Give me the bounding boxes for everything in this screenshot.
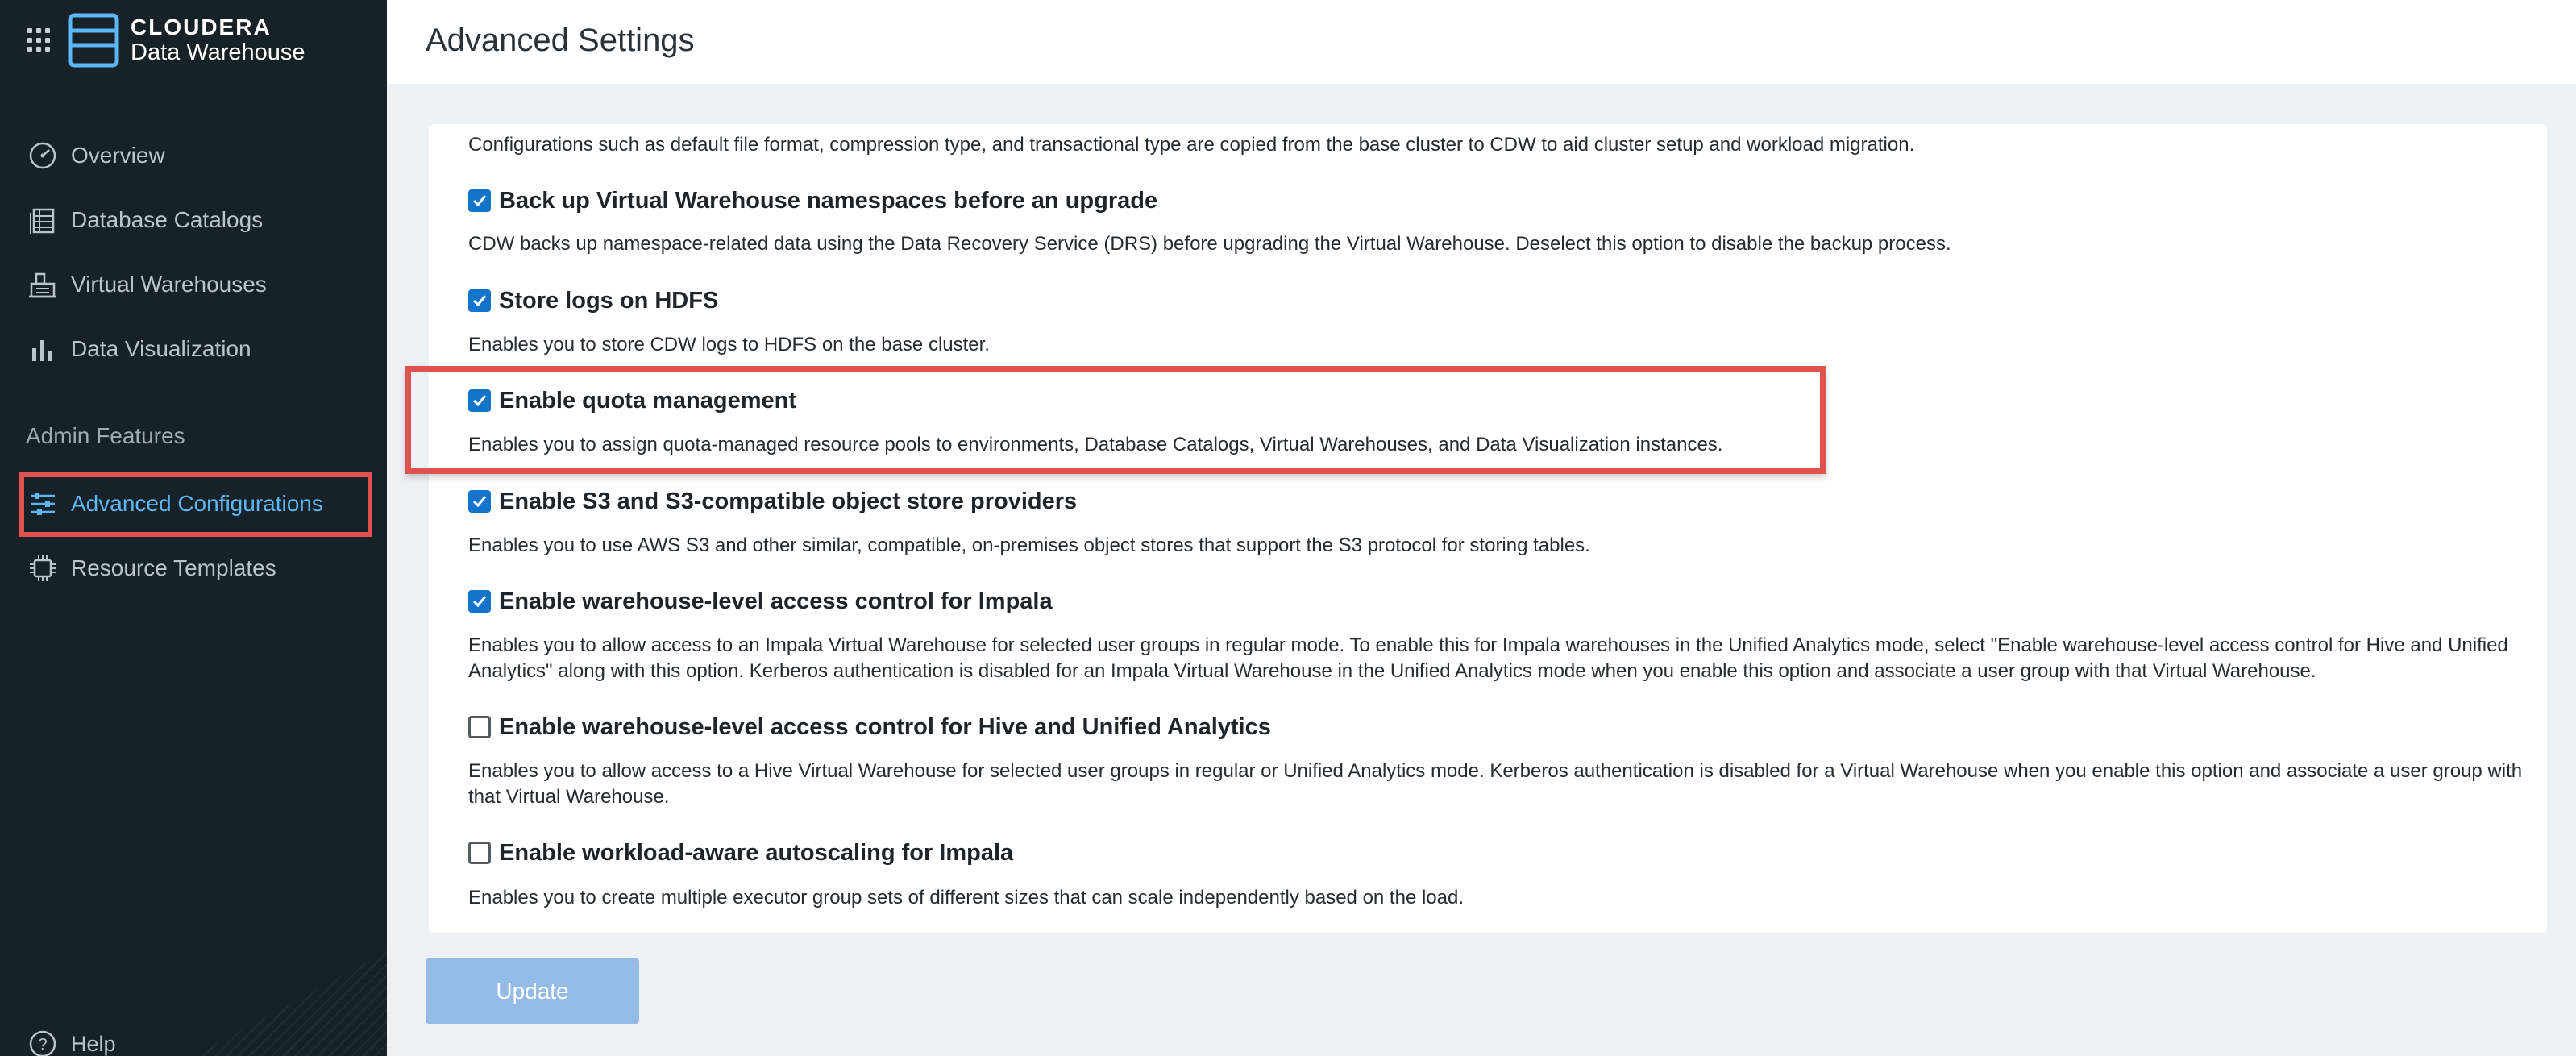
checkmark-icon — [472, 496, 487, 508]
sidebar-item-advanced-configurations[interactable]: Advanced Configurations — [27, 484, 323, 524]
option-title: Enable warehouse-level access control fo… — [499, 588, 1053, 614]
option-title: Enable workload-aware autoscaling for Im… — [499, 839, 1014, 866]
sidebar-item-data-visualization[interactable]: Data Visualization — [27, 329, 251, 369]
option-impala-access-control: Enable warehouse-level access control fo… — [468, 588, 1053, 615]
sidebar-item-help[interactable]: ? Help — [27, 1024, 116, 1056]
brand-company: CLOUDERA — [131, 15, 272, 39]
option-description: Enables you to create multiple executor … — [468, 887, 1465, 908]
app-root: CLOUDERA Data Warehouse Overview Databas… — [0, 0, 2576, 1056]
sidebar-item-overview[interactable]: Overview — [27, 135, 165, 176]
option-checkbox-checked[interactable] — [468, 590, 491, 613]
help-icon: ? — [29, 1030, 56, 1056]
sidebar-item-label: Database Catalogs — [71, 207, 264, 232]
brand: CLOUDERA Data Warehouse — [27, 11, 305, 69]
option-description: CDW backs up namespace-related data usin… — [468, 233, 1951, 255]
brand-product: Data Warehouse — [131, 39, 305, 65]
option-checkbox-checked[interactable] — [468, 289, 491, 312]
option-quota-management: Enable quota management — [468, 387, 796, 414]
option-store-logs-hdfs: Store logs on HDFS — [468, 287, 718, 314]
sliders-icon — [31, 493, 55, 515]
sidebar-item-label: Overview — [71, 143, 165, 168]
sidebar: CLOUDERA Data Warehouse Overview Databas… — [0, 0, 387, 1056]
bar-chart-icon — [32, 340, 52, 361]
data-warehouse-logo-icon — [68, 13, 119, 68]
sidebar-item-resource-templates[interactable]: Resource Templates — [27, 548, 276, 588]
checkmark-icon — [472, 596, 487, 608]
update-button[interactable]: Update — [426, 958, 639, 1024]
checkmark-icon — [472, 295, 487, 307]
option-checkbox-checked[interactable] — [468, 490, 491, 513]
sidebar-item-label: Resource Templates — [71, 555, 276, 580]
option-title: Enable warehouse-level access control fo… — [499, 713, 1271, 740]
sidebar-item-database-catalogs[interactable]: Database Catalogs — [27, 200, 263, 240]
option-title: Back up Virtual Warehouse namespaces bef… — [499, 187, 1158, 214]
sidebar-item-label: Help — [71, 1031, 116, 1056]
option-checkbox-checked[interactable] — [468, 389, 491, 412]
chip-icon — [30, 555, 56, 581]
option-hive-access-control: Enable warehouse-level access control fo… — [468, 713, 1271, 741]
settings-intro: Configurations such as default file form… — [468, 134, 1915, 156]
gauge-icon — [29, 142, 56, 169]
option-checkbox-checked[interactable] — [468, 189, 491, 212]
checkmark-icon — [472, 195, 487, 207]
option-description: Enables you to allow access to an Impala… — [468, 634, 2508, 682]
sidebar-decoration — [193, 951, 387, 1056]
warehouse-icon — [29, 272, 56, 298]
catalog-icon — [30, 208, 55, 234]
checkmark-icon — [472, 395, 487, 407]
sidebar-section-admin-features: Admin Features — [26, 423, 185, 448]
option-title: Enable S3 and S3-compatible object store… — [499, 488, 1078, 514]
page-title: Advanced Settings — [426, 23, 695, 58]
option-checkbox-unchecked[interactable] — [468, 716, 491, 738]
option-backup-namespaces: Back up Virtual Warehouse namespaces bef… — [468, 187, 1157, 214]
app-switcher-icon[interactable] — [27, 28, 52, 52]
option-title: Store logs on HDFS — [499, 287, 719, 314]
option-title: Enable quota management — [499, 387, 797, 414]
sidebar-item-label: Advanced Configurations — [71, 491, 323, 516]
sidebar-item-label: Virtual Warehouses — [71, 272, 267, 297]
option-workload-autoscaling: Enable workload-aware autoscaling for Im… — [468, 839, 1013, 867]
option-description: Enables you to allow access to a Hive Vi… — [468, 760, 2523, 808]
sidebar-item-label: Data Visualization — [71, 336, 251, 361]
option-description: Enables you to use AWS S3 and other simi… — [468, 534, 1590, 556]
svg-text:?: ? — [38, 1036, 47, 1054]
option-description: Enables you to store CDW logs to HDFS on… — [468, 334, 990, 355]
option-checkbox-unchecked[interactable] — [468, 842, 491, 864]
option-s3-providers: Enable S3 and S3-compatible object store… — [468, 488, 1077, 515]
page-header: Advanced Settings — [387, 0, 2576, 84]
brand-text: CLOUDERA Data Warehouse — [131, 15, 305, 66]
option-description: Enables you to assign quota-managed reso… — [468, 434, 1723, 455]
sidebar-item-virtual-warehouses[interactable]: Virtual Warehouses — [27, 264, 267, 305]
